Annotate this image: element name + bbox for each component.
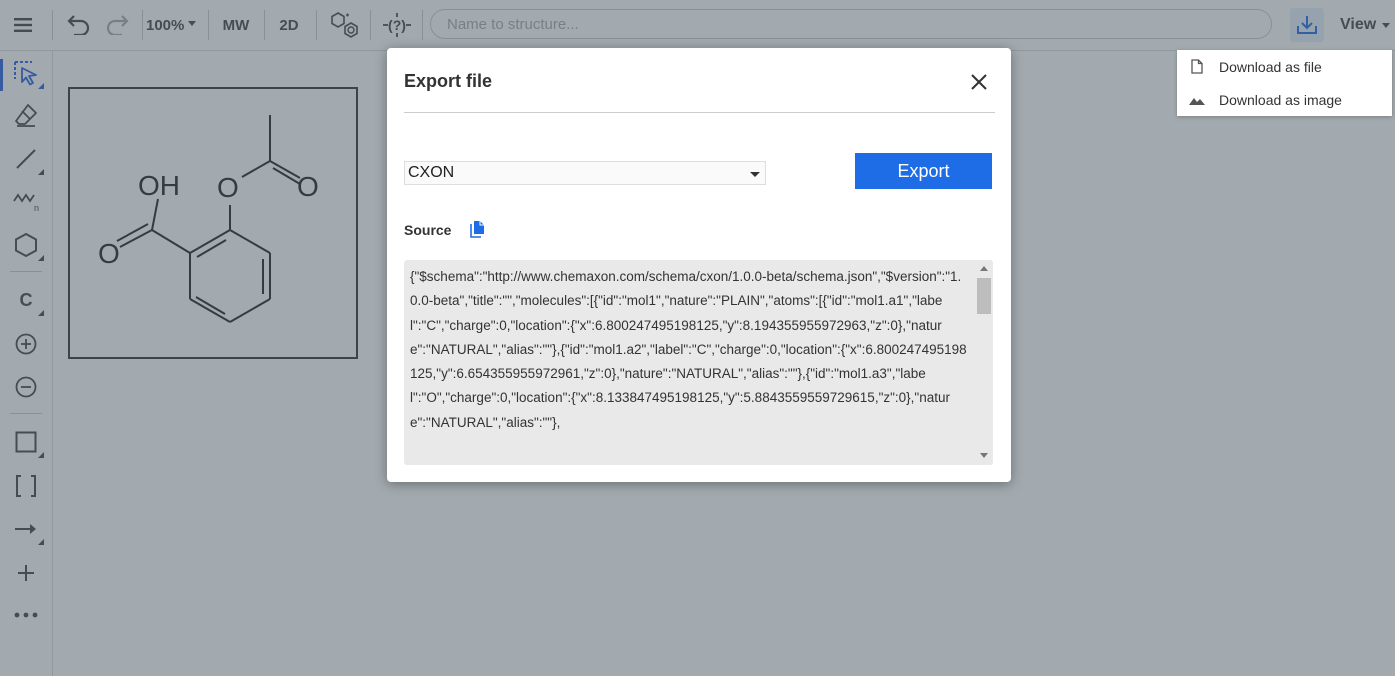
file-icon: [1189, 59, 1205, 74]
source-textarea[interactable]: {"$schema":"http://www.chemaxon.com/sche…: [404, 260, 993, 465]
download-as-file-label: Download as file: [1219, 58, 1322, 75]
format-select-value: CXON: [408, 164, 455, 181]
chevron-down-icon: [750, 172, 760, 177]
copy-icon: [470, 221, 484, 238]
format-select[interactable]: CXON: [404, 161, 766, 185]
source-label: Source: [404, 222, 452, 238]
dialog-title: Export file: [404, 71, 493, 91]
download-as-file-item[interactable]: Download as file: [1177, 50, 1392, 83]
source-text: {"$schema":"http://www.chemaxon.com/sche…: [410, 269, 967, 430]
scrollbar-thumb[interactable]: [977, 278, 991, 314]
copy-button[interactable]: [470, 220, 486, 243]
image-icon: [1189, 95, 1205, 105]
app-root: 100% MW 2D (?): [0, 0, 1395, 676]
scroll-down-icon[interactable]: [980, 453, 988, 458]
close-button[interactable]: [967, 70, 991, 94]
download-menu: Download as file Download as image: [1177, 50, 1392, 116]
download-as-image-item[interactable]: Download as image: [1177, 83, 1392, 116]
close-icon: [971, 74, 987, 90]
scroll-up-icon[interactable]: [980, 266, 988, 271]
dialog-divider: [404, 112, 995, 113]
export-button[interactable]: Export: [855, 153, 992, 189]
export-file-dialog: Export file CXON Export Source {"$schema…: [387, 48, 1011, 482]
download-as-image-label: Download as image: [1219, 91, 1342, 108]
